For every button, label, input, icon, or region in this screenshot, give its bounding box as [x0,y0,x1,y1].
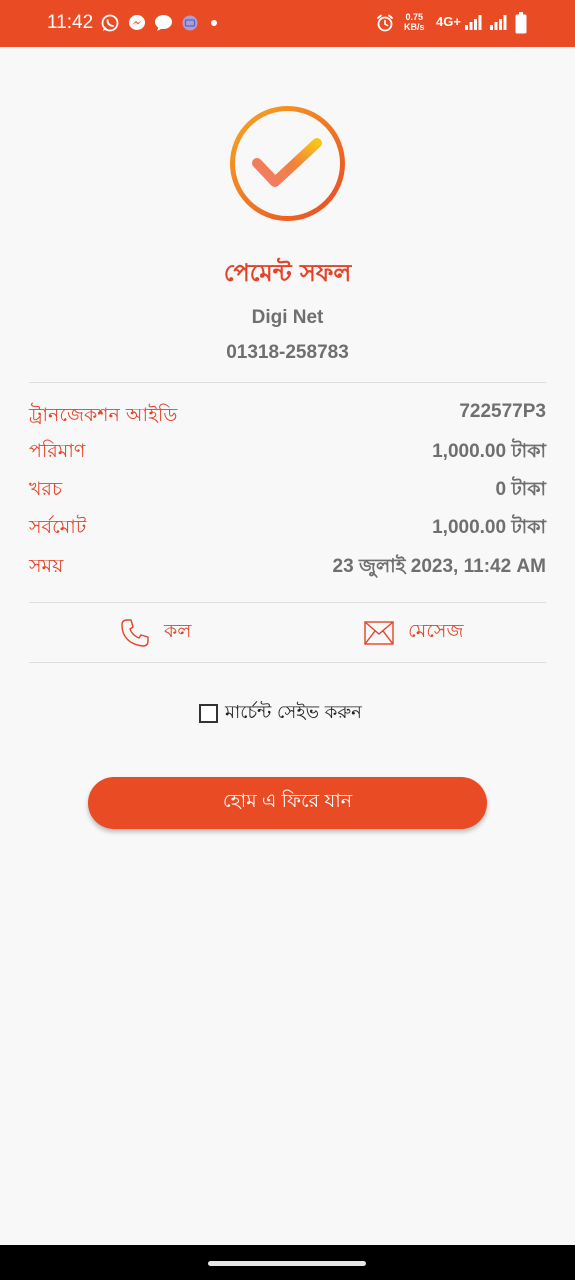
app-icon [182,15,198,31]
home-gesture-handle[interactable] [208,1261,366,1266]
dot-icon [211,20,217,26]
divider [29,602,546,603]
detail-row-transaction-id: ট্রানজেকশন আইডি 722577P3 [29,401,546,431]
detail-label: পরিমাণ [29,440,86,462]
detail-label: ট্রানজেকশন আইডি [29,404,178,426]
net-speed: 0.75 KB/s [404,12,425,32]
check-circle-icon [229,105,346,222]
detail-value: 1,000.00 টাকা [432,441,546,462]
network-type: 4G+ [436,14,461,29]
detail-value: 23 জুলাই 2023, 11:42 AM [332,556,546,577]
call-label: কল [164,620,192,642]
detail-row-time: সময় 23 জুলাই 2023, 11:42 AM [29,552,546,582]
detail-label: সর্বমোট [29,516,87,538]
whatsapp-icon [101,14,119,32]
checkbox-icon[interactable] [199,704,218,723]
net-speed-value: 0.75 [405,12,424,22]
phone-icon [121,619,149,647]
save-merchant-label: মার্চেন্ট সেইভ করুন [225,702,362,723]
detail-row-total: সর্বমোট 1,000.00 টাকা [29,513,546,543]
signal-icon [490,15,507,30]
status-time: 11:42 [47,12,94,33]
mail-icon [364,621,394,645]
detail-value: 1,000.00 টাকা [432,517,546,538]
divider [29,382,546,383]
home-button[interactable]: হোম এ ফিরে যান [88,777,487,829]
detail-label: সময় [29,555,64,577]
status-bar: 11:42 0.75 KB/s 4G+ [0,0,575,47]
signal-icon [465,15,482,30]
merchant-number: 01318-258783 [226,342,349,363]
save-merchant-checkbox[interactable]: মার্চেন্ট সেইভ করুন [199,698,362,729]
messenger-icon [129,15,145,30]
alarm-icon [377,14,393,32]
net-speed-unit: KB/s [404,22,425,32]
chat-icon [155,15,172,31]
merchant-name: Digi Net [251,307,324,328]
message-label: মেসেজ [408,620,464,642]
detail-row-charge: খরচ 0 টাকা [29,475,546,505]
battery-icon [515,12,527,34]
divider [29,662,546,663]
payment-status-title: পেমেন্ট সফল [223,259,352,287]
detail-value: 722577P3 [459,401,546,422]
navigation-bar [0,1245,575,1280]
detail-value: 0 টাকা [495,479,546,500]
detail-label: খরচ [29,478,63,500]
message-button[interactable]: মেসেজ [364,616,463,650]
call-button[interactable]: কল [120,616,191,650]
detail-row-amount: পরিমাণ 1,000.00 টাকা [29,437,546,467]
